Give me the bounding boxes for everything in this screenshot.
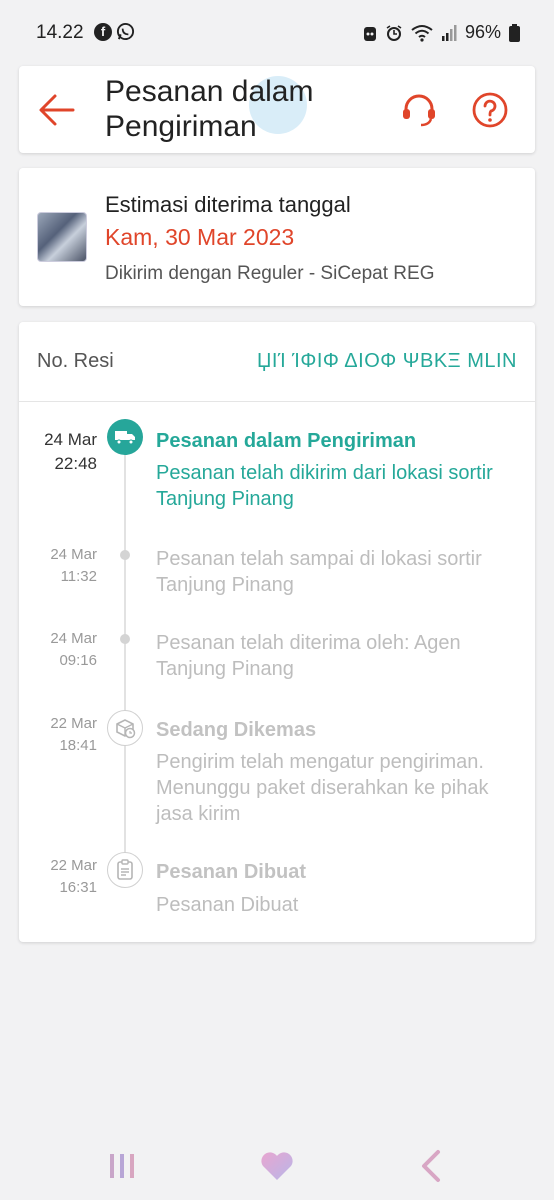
whatsapp-icon [116,22,135,46]
event-time: 11:32 [60,568,97,585]
event-description: Pesanan telah dikirim dari lokasi sortir… [156,462,493,510]
event-title: Sedang Dikemas [156,719,317,741]
truck-icon [107,419,143,455]
event-title: Pesanan dalam Pengiriman [156,430,417,452]
package-clock-icon [107,710,143,746]
android-icon [363,24,377,42]
event-datetime: 24 Mar 09:16 [33,628,97,672]
battery-icon [509,23,520,42]
support-button[interactable] [399,90,439,130]
estimate-date: Kam, 30 Mar 2023 [105,224,295,250]
event-description: Pesanan telah diterima oleh: Agen Tanjun… [156,632,461,680]
event-date: 24 Mar [50,546,97,563]
event-description: Pesanan Dibuat [156,894,299,916]
resi-label: No. Resi [37,350,114,372]
event-date: 22 Mar [50,715,97,732]
shipping-method: Dikirim dengan Reguler - SiCepat REG [105,263,435,284]
event-date: 24 Mar [50,630,97,647]
headset-icon [403,94,435,127]
timeline-dot [120,634,130,644]
status-bar: 14.22 f 96% [0,0,554,64]
event-time: 22:48 [54,454,97,473]
event-time: 16:31 [59,879,97,896]
clipboard-icon [107,852,143,888]
event-description: Pengirim telah mengatur pengiriman. Menu… [156,751,489,825]
recent-apps-button[interactable] [102,1146,142,1186]
system-nav-bar [0,1130,554,1200]
resi-row: No. Resi ЏΙΊ ΊΦΙΦ ΔΙΟΦ ΨΒΚΞ ΜLIN [19,322,535,402]
event-date: 22 Mar [50,857,97,874]
event-datetime: 24 Mar 11:32 [33,544,97,588]
facebook-icon: f [94,23,112,41]
status-right: 96% [363,22,520,43]
back-nav-button[interactable] [412,1146,452,1186]
timeline-dot [120,550,130,560]
home-button[interactable] [257,1146,297,1186]
back-icon [422,1150,440,1182]
estimate-card: Estimasi diterima tanggal Kam, 30 Mar 20… [19,168,535,306]
status-time: 14.22 [36,22,84,43]
event-datetime: 22 Mar 16:31 [33,855,97,899]
signal-icon [441,24,457,42]
event-date: 24 Mar [44,430,97,449]
timeline-line [124,447,126,867]
header-card: Pesanan dalam Pengiriman [19,66,535,153]
resi-value[interactable]: ЏΙΊ ΊΦΙΦ ΔΙΟΦ ΨΒΚΞ ΜLIN [257,350,517,373]
event-datetime: 22 Mar 18:41 [33,713,97,757]
page-title: Pesanan dalam Pengiriman [105,75,314,143]
product-thumbnail [37,212,87,262]
estimate-label: Estimasi diterima tanggal [105,192,351,217]
wifi-icon [411,24,433,42]
back-arrow-icon [39,94,75,126]
tracking-card: No. Resi ЏΙΊ ΊΦΙΦ ΔΙΟΦ ΨΒΚΞ ΜLIN 24 Mar … [19,322,535,942]
question-icon [472,92,508,128]
event-description: Pesanan telah sampai di lokasi sortir Ta… [156,548,482,596]
event-title: Pesanan Dibuat [156,861,307,883]
alarm-icon [385,24,403,42]
event-time: 18:41 [59,737,97,754]
event-datetime: 24 Mar 22:48 [33,428,97,476]
back-button[interactable] [37,92,77,128]
help-button[interactable] [470,90,510,130]
battery-percent: 96% [464,22,501,42]
recent-apps-icon [110,1154,134,1178]
event-time: 09:16 [59,652,97,669]
home-heart-icon [261,1152,293,1180]
